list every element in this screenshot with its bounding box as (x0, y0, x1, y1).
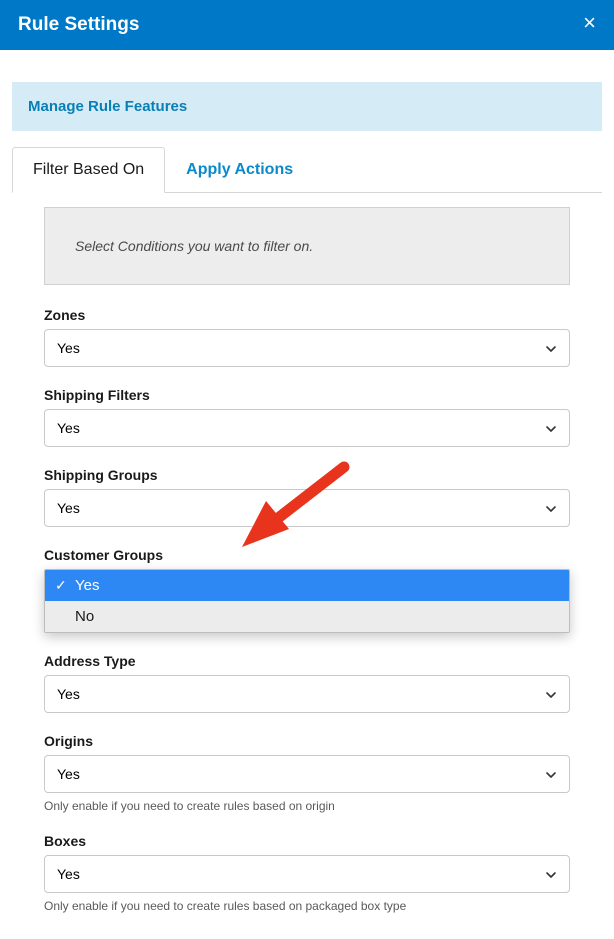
field-address-type: Address Type Yes (44, 653, 570, 713)
boxes-helper: Only enable if you need to create rules … (44, 899, 570, 913)
chevron-down-icon (545, 868, 557, 880)
address-type-value: Yes (57, 686, 80, 702)
customer-groups-dropdown[interactable]: Yes No (44, 569, 570, 633)
chevron-down-icon (545, 342, 557, 354)
field-origins: Origins Yes Only enable if you need to c… (44, 733, 570, 813)
shipping-filters-label: Shipping Filters (44, 387, 570, 403)
customer-groups-label: Customer Groups (44, 547, 570, 563)
field-customer-groups: Customer Groups Yes No (44, 547, 570, 633)
modal-content: Manage Rule Features Filter Based On App… (0, 82, 614, 913)
zones-value: Yes (57, 340, 80, 356)
tab-apply-actions[interactable]: Apply Actions (165, 147, 314, 193)
shipping-filters-value: Yes (57, 420, 80, 436)
modal-header: Rule Settings × (0, 0, 614, 50)
customer-groups-option-no[interactable]: No (45, 601, 569, 632)
boxes-value: Yes (57, 866, 80, 882)
boxes-label: Boxes (44, 833, 570, 849)
origins-helper: Only enable if you need to create rules … (44, 799, 570, 813)
close-icon[interactable]: × (583, 12, 596, 34)
shipping-groups-label: Shipping Groups (44, 467, 570, 483)
field-boxes: Boxes Yes Only enable if you need to cre… (44, 833, 570, 913)
form-area: Select Conditions you want to filter on.… (12, 193, 602, 913)
origins-label: Origins (44, 733, 570, 749)
address-type-select[interactable]: Yes (44, 675, 570, 713)
manage-features-banner[interactable]: Manage Rule Features (12, 82, 602, 131)
chevron-down-icon (545, 768, 557, 780)
zones-select[interactable]: Yes (44, 329, 570, 367)
modal-title: Rule Settings (18, 14, 139, 36)
origins-select[interactable]: Yes (44, 755, 570, 793)
shipping-groups-select[interactable]: Yes (44, 489, 570, 527)
field-shipping-filters: Shipping Filters Yes (44, 387, 570, 447)
chevron-down-icon (545, 422, 557, 434)
boxes-select[interactable]: Yes (44, 855, 570, 893)
field-zones: Zones Yes (44, 307, 570, 367)
zones-label: Zones (44, 307, 570, 323)
field-shipping-groups: Shipping Groups Yes (44, 467, 570, 527)
chevron-down-icon (545, 502, 557, 514)
shipping-groups-value: Yes (57, 500, 80, 516)
customer-groups-option-yes[interactable]: Yes (45, 570, 569, 601)
shipping-filters-select[interactable]: Yes (44, 409, 570, 447)
origins-value: Yes (57, 766, 80, 782)
chevron-down-icon (545, 688, 557, 700)
tabs: Filter Based On Apply Actions (12, 147, 602, 193)
address-type-label: Address Type (44, 653, 570, 669)
tab-filter-based-on[interactable]: Filter Based On (12, 147, 165, 193)
instruction-text: Select Conditions you want to filter on. (44, 207, 570, 285)
